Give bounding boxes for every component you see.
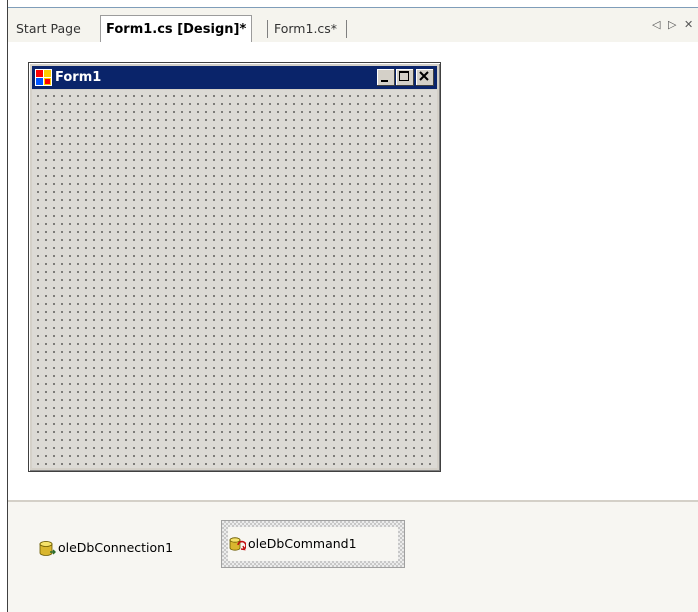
maximize-icon: [399, 71, 409, 81]
component-label: oleDbCommand1: [248, 536, 357, 551]
close-icon: [419, 71, 429, 81]
scroll-tabs-left-icon[interactable]: ◁: [652, 18, 660, 31]
form-title: Form1: [55, 70, 102, 85]
db-connection-icon: [39, 540, 56, 556]
component-oledbcommand-selected[interactable]: oleDbCommand1: [221, 520, 405, 568]
close-button[interactable]: [416, 69, 434, 86]
db-command-icon: [229, 536, 246, 551]
component-oledbcommand[interactable]: oleDbCommand1: [228, 527, 398, 561]
maximize-button[interactable]: [396, 69, 414, 86]
tab-form1-design[interactable]: Form1.cs [Design]*: [100, 15, 253, 43]
component-oledbconnection[interactable]: oleDbConnection1: [38, 536, 173, 560]
tab-separator: [346, 20, 347, 38]
tab-start-page[interactable]: Start Page: [16, 18, 81, 40]
designer-window: Start Page Form1.cs [Design]* Form1.cs* …: [7, 0, 698, 612]
scroll-tabs-right-icon[interactable]: ▷: [668, 18, 676, 31]
form-icon: [35, 69, 52, 86]
minimize-button[interactable]: [377, 69, 395, 86]
design-surface[interactable]: Form1: [8, 42, 698, 500]
tab-form1-code[interactable]: Form1.cs*: [274, 18, 337, 40]
document-tab-strip: Start Page Form1.cs [Design]* Form1.cs* …: [8, 7, 698, 43]
component-label: oleDbConnection1: [58, 540, 174, 555]
tab-separator: [267, 20, 268, 38]
minimize-icon: [381, 80, 388, 82]
component-tray: oleDbConnection1 oleDbCommand1: [8, 502, 698, 612]
close-tab-icon[interactable]: ✕: [684, 18, 693, 31]
form-client-area[interactable]: [32, 90, 437, 468]
form-titlebar[interactable]: Form1: [32, 66, 437, 89]
form1-window[interactable]: Form1: [28, 62, 441, 472]
